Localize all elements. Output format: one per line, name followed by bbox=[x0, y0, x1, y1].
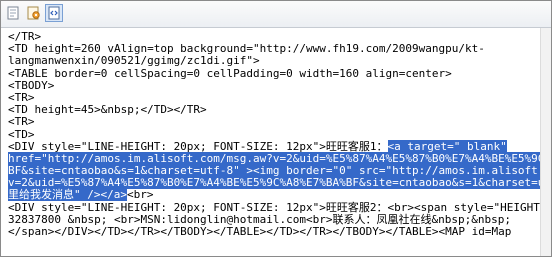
page-properties-button[interactable] bbox=[25, 4, 43, 22]
source-line: </span></DIV></TD></TR></TBODY></TABLE><… bbox=[1, 225, 541, 238]
source-text: langmanwenxin/090521/ggimg/zc1di.gif"> bbox=[8, 54, 260, 68]
source-text: </span></DIV></TD></TR></TBODY></TABLE><… bbox=[8, 225, 512, 238]
source-text: <br> bbox=[126, 188, 154, 202]
source-viewer-window: </TR> <TD height=260 vAlign=top backgroun… bbox=[0, 0, 552, 257]
source-text: <TR> bbox=[8, 115, 35, 129]
source-line: <TR> bbox=[1, 116, 541, 128]
source-text: <TD height=45>&nbsp;</TD></TR> bbox=[8, 103, 207, 117]
source-text: <TD> bbox=[8, 127, 35, 141]
vertical-scrollbar[interactable] bbox=[540, 28, 551, 256]
selected-text: 里给我发消息" /></a> bbox=[8, 188, 127, 202]
selected-text: BF&site=cntaobao&s=1&charset=utf-8" ><im… bbox=[8, 164, 541, 178]
source-text: <DIV style="LINE-HEIGHT: 20px; FONT-SIZE… bbox=[8, 139, 388, 153]
source-text: <TD height=260 vAlign=top background="ht… bbox=[8, 42, 485, 56]
source-text: <TABLE border=0 cellSpacing=0 cellPaddin… bbox=[8, 66, 452, 80]
page-gear-icon bbox=[27, 6, 40, 20]
design-view-button[interactable] bbox=[4, 4, 22, 22]
editor-toolbar bbox=[1, 1, 551, 28]
source-text: <TR> bbox=[8, 90, 35, 104]
source-line: <TBODY> bbox=[1, 78, 541, 92]
source-text: 32837800 &nbsp; <br>MSN:lidonglin@hotmai… bbox=[8, 212, 511, 226]
source-text: <DIV style="LINE-HEIGHT: 20px; FONT-SIZE… bbox=[8, 200, 541, 214]
html-source-editor[interactable]: </TR> <TD height=260 vAlign=top backgroun… bbox=[1, 31, 541, 256]
selected-text: <a target="_blank" bbox=[387, 139, 507, 153]
selected-text: href="http://amos.im.alisoft.com/msg.aw?… bbox=[8, 151, 541, 165]
source-line: <TD height=45>&nbsp;</TD></TR> bbox=[1, 104, 541, 116]
source-line: <TABLE border=0 cellSpacing=0 cellPaddin… bbox=[1, 66, 541, 80]
source-code-icon bbox=[48, 6, 60, 20]
document-icon bbox=[7, 6, 19, 20]
source-text: </TR> bbox=[8, 31, 42, 43]
source-view-button[interactable] bbox=[45, 4, 63, 22]
source-text: <TBODY> bbox=[8, 78, 55, 92]
